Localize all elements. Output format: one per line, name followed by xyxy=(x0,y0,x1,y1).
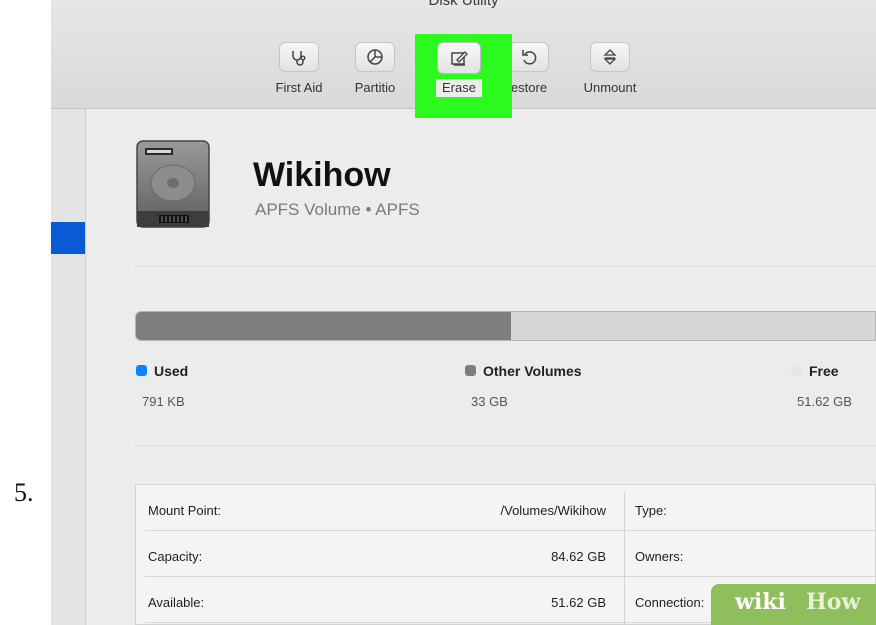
hard-drive-icon xyxy=(136,140,210,228)
restore-arrow-icon xyxy=(522,50,537,65)
column-divider xyxy=(624,493,625,625)
free-color-dot xyxy=(791,365,802,376)
capacity-key: Capacity: xyxy=(148,549,203,564)
eject-icon xyxy=(603,49,617,65)
usage-bar xyxy=(135,311,876,341)
legend-free-value: 51.62 GB xyxy=(797,394,852,409)
first-aid-button[interactable]: First Aid xyxy=(267,42,331,95)
mount-point-key: Mount Point: xyxy=(148,503,221,518)
unmount-button[interactable]: Unmount xyxy=(578,42,642,95)
legend-used-value: 791 KB xyxy=(142,394,185,409)
erase-button[interactable] xyxy=(437,42,481,74)
unmount-label: Unmount xyxy=(583,80,637,95)
partition-label: Partitio xyxy=(354,80,396,95)
sidebar-selected-item[interactable] xyxy=(51,222,85,254)
other-color-dot xyxy=(465,365,476,376)
volume-subtitle: APFS Volume • APFS xyxy=(255,200,420,219)
watermark-part2: How xyxy=(806,589,861,615)
available-key: Available: xyxy=(148,595,205,610)
owners-key: Owners: xyxy=(635,549,684,564)
pie-chart-icon xyxy=(367,49,383,65)
volume-name: Wikihow xyxy=(253,156,391,194)
step-number: 5. xyxy=(14,478,34,507)
legend-other-name: Other Volumes xyxy=(483,363,582,379)
connection-key: Connection: xyxy=(635,595,705,610)
erase-label[interactable]: Erase xyxy=(436,79,482,97)
legend-free-name: Free xyxy=(809,363,839,379)
partition-button[interactable]: Partitio xyxy=(343,42,407,95)
toolbar: Disk Utility First Aid Partitio estore U… xyxy=(51,0,876,118)
disk-utility-window: Disk Utility First Aid Partitio estore U… xyxy=(51,0,876,625)
wikihow-watermark: wiki How xyxy=(711,584,876,625)
first-aid-label: First Aid xyxy=(275,80,323,95)
table-row: Mount Point: /Volumes/Wikihow Type: xyxy=(136,485,876,531)
erase-highlight: Erase xyxy=(415,34,512,118)
legend-used-name: Used xyxy=(154,363,189,379)
stethoscope-icon xyxy=(292,51,306,66)
divider xyxy=(135,445,876,446)
mount-point-value: /Volumes/Wikihow xyxy=(500,503,606,518)
usage-other-segment xyxy=(136,312,511,340)
type-key: Type: xyxy=(635,503,667,518)
watermark-part1: wiki xyxy=(735,589,786,615)
legend-other-value: 33 GB xyxy=(471,394,508,409)
table-row: Capacity: 84.62 GB Owners: xyxy=(136,531,876,577)
window-title: Disk Utility xyxy=(428,0,499,9)
sidebar xyxy=(51,109,86,625)
capacity-value: 84.62 GB xyxy=(551,549,606,564)
divider xyxy=(135,266,876,267)
used-color-dot xyxy=(136,365,147,376)
available-value: 51.62 GB xyxy=(551,595,606,610)
erase-icon xyxy=(451,51,468,66)
